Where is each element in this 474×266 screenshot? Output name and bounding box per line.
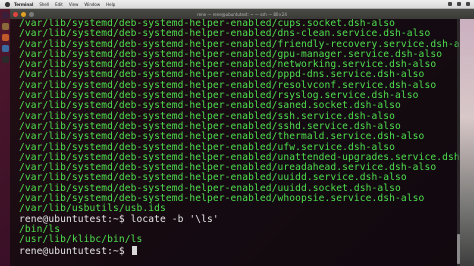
files-icon[interactable] <box>1 23 9 30</box>
ubuntu-logo-icon[interactable] <box>1 12 9 19</box>
office-icon[interactable] <box>1 45 9 52</box>
output-line: /usr/lib/klibc/bin/ls <box>19 235 460 245</box>
launcher-bar <box>0 9 10 266</box>
menu-view[interactable]: View <box>69 2 79 7</box>
terminal-lines: /var/lib/systemd/deb-systemd-helper-enab… <box>19 19 460 256</box>
prompt-line: rene@ubuntutest:~$ locate -b '\ls' <box>19 214 460 225</box>
window-title: rene — rene@ubuntutest: ~ — ssh — 80×24 <box>197 11 287 17</box>
menu-help[interactable]: Help <box>106 2 115 7</box>
terminal-output[interactable]: /var/lib/systemd/deb-systemd-helper-enab… <box>10 19 460 266</box>
battery-icon[interactable] <box>457 2 461 6</box>
terminal-scrollbar[interactable] <box>457 19 460 266</box>
menu-shell[interactable]: Shell <box>39 2 49 7</box>
line-text: /usr/lib/klibc/bin/ls <box>19 234 143 246</box>
desktop-screen: Terminal Shell Edit View Window Help ren… <box>0 0 474 266</box>
menu-edit[interactable]: Edit <box>55 2 63 7</box>
status-icons <box>443 2 470 6</box>
apple-menu-icon[interactable] <box>5 1 10 7</box>
terminal-title-bar[interactable]: rene — rene@ubuntutest: ~ — ssh — 80×24 <box>10 9 474 19</box>
desktop-wallpaper <box>460 19 474 266</box>
wifi-icon[interactable] <box>448 2 452 6</box>
terminal-icon[interactable] <box>1 56 9 63</box>
prompt-line: rene@ubuntutest:~$ <box>19 245 460 257</box>
mac-menu-bar: Terminal Shell Edit View Window Help <box>0 0 474 9</box>
menu-window[interactable]: Window <box>84 2 100 7</box>
line-text: rene@ubuntutest:~$ <box>19 245 131 257</box>
text-cursor <box>131 245 137 255</box>
scrollbar-thumb[interactable] <box>457 234 460 264</box>
browser-icon[interactable] <box>1 34 9 41</box>
search-icon[interactable] <box>466 2 470 6</box>
menu-app-name[interactable]: Terminal <box>14 2 33 7</box>
